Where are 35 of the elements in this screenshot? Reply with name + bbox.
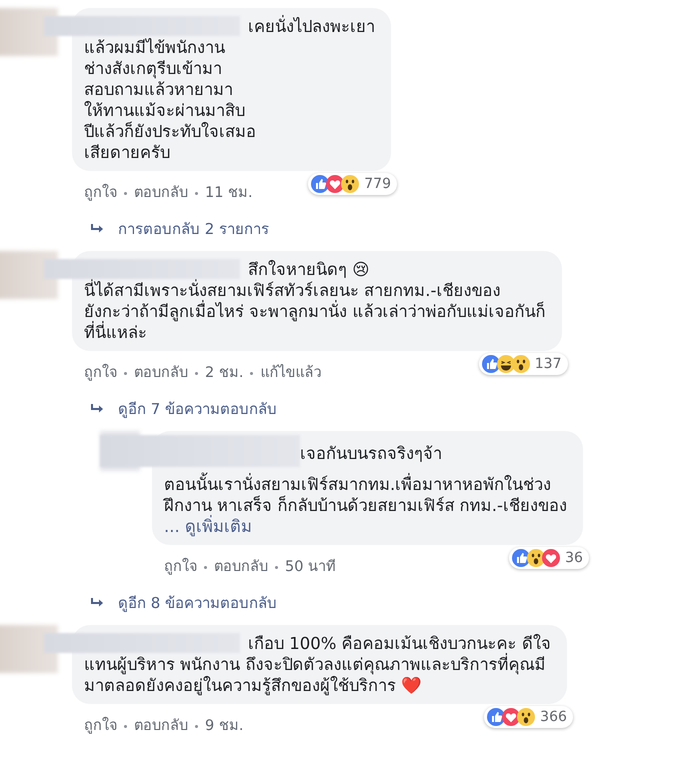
comment-text: แล้วผมมีไข้พนักงาน ช่างสังเกตุรีบเข้ามา สอบถามแล้วหายามา ให้ทานแม้จะผ่านมาสิบ ปีแล้วก็ยังประทับใจเสมอ เสียดายครับ	[84, 37, 257, 163]
reaction-counter[interactable]: 36	[509, 547, 589, 569]
comment-text: สึกใจหายนิดๆ 😢	[248, 259, 370, 279]
timestamp: 50 นาที	[285, 558, 336, 577]
reply-link[interactable]: ตอบกลับ	[214, 557, 268, 577]
view-replies-link[interactable]: ดูอีก 8 ข้อความตอบกลับ	[118, 593, 278, 613]
comment-text: แทนผู้บริหาร พนักงาน ถึงจะปิดตัวลงแต่คุณภาพและบริการที่คุณมี มาตลอดยังคงอยู่ในความรู้สึกของผู้ใช้บริการ ❤	[84, 654, 546, 696]
avatar	[0, 625, 58, 673]
reaction-counter[interactable]: 137	[478, 353, 568, 375]
avatar	[0, 251, 58, 299]
like-link[interactable]: ถูกใจ	[164, 557, 197, 577]
like-link[interactable]: ถูกใจ	[84, 716, 117, 736]
reply-link[interactable]: ตอบกลับ	[134, 716, 188, 736]
like-link[interactable]: ถูกใจ	[84, 183, 117, 203]
see-more-link[interactable]: ... ดูเพิ่มเติม	[164, 516, 567, 537]
view-replies-link[interactable]: ดูอีก 7 ข้อความตอบกลับ	[118, 399, 278, 419]
avatar	[0, 8, 58, 56]
timestamp: 9 ชม.	[205, 717, 244, 736]
comment-text: ตอนนั้นเรานั่งสยามเฟิร์สมากทม.เพื่อมาหาหอพักในช่วง ฝึกงาน หาเสร็จ ก็กลับบ้านด้วยสยามเฟิร์ส กทม.-เชียงของ	[164, 474, 567, 516]
like-link[interactable]: ถูกใจ	[84, 363, 117, 383]
timestamp: 2 ชม.	[205, 364, 244, 383]
view-replies-link[interactable]: การตอบกลับ 2 รายการ	[118, 219, 270, 239]
reaction-counter[interactable]: 366	[484, 706, 573, 728]
reply-link[interactable]: ตอบกลับ	[134, 183, 188, 203]
comment-text: เจอกันบนรถจริงๆจ้า	[300, 443, 443, 464]
comment-text: เกือบ 100% คือคอมเม้นเชิงบวกนะคะ ดีใจ	[248, 633, 551, 653]
reply-arrow-icon	[90, 597, 104, 609]
reply-arrow-icon	[90, 403, 104, 415]
reply-arrow-icon	[90, 223, 104, 235]
edited-label: แก้ไขแล้ว	[260, 363, 322, 383]
reply-link[interactable]: ตอบกลับ	[134, 363, 188, 383]
comment-text: นี่ได้สามีเพราะนั่งสยามเฟิร์สทัวร์เลยนะ สายกทม.-เชียงของ ยังกะว่าถ้ามีลูกเมื่อไหร่ จะพาลูกมานั่ง แล้วเล่าว่าพ่อกับแม่เจอกันก็ ที่นี่แหล่ะ	[84, 280, 546, 343]
timestamp: 11 ชม.	[205, 184, 253, 203]
comment-text: เคยนั่งไปลงพะเยา	[248, 16, 375, 37]
reaction-counter[interactable]: 779	[308, 173, 397, 195]
